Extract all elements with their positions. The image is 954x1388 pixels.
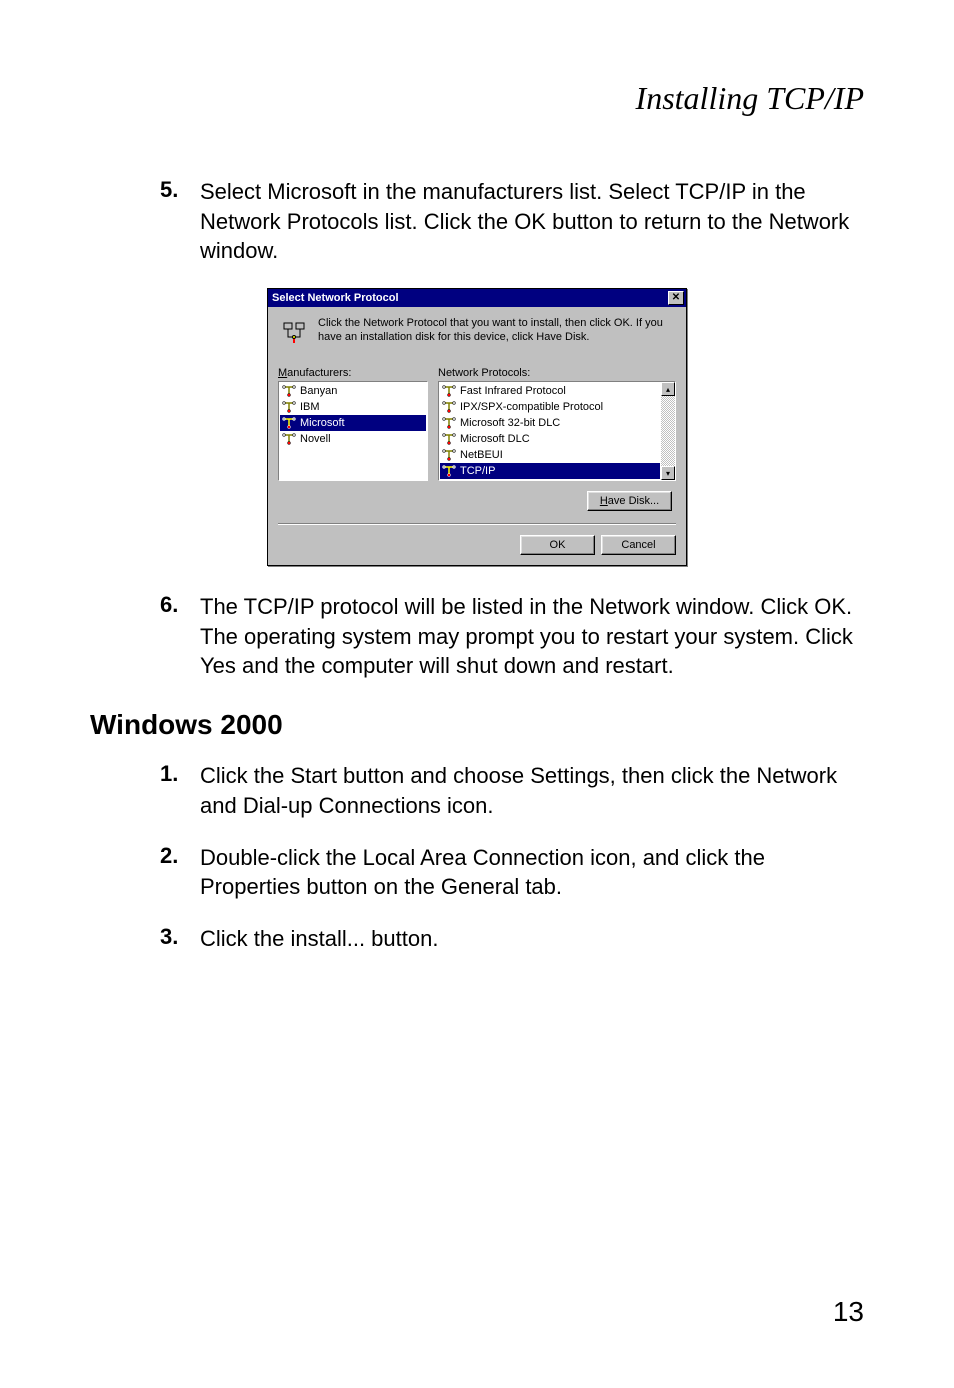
step-number: 2.	[160, 843, 200, 902]
manufacturers-label: Manufacturers:	[278, 367, 428, 379]
protocols-listbox[interactable]: Fast Infrared Protocol IPX/SPX-compatibl…	[438, 381, 676, 481]
select-network-protocol-dialog: Select Network Protocol ✕ Click the Netw…	[267, 288, 687, 566]
cancel-button[interactable]: Cancel	[601, 535, 676, 555]
manufacturers-label-text: anufacturers:	[287, 367, 351, 379]
ok-button[interactable]: OK	[520, 535, 595, 555]
protocol-item-icon	[442, 384, 456, 398]
protocol-item-icon	[282, 400, 296, 414]
protocol-item-icon	[442, 448, 456, 462]
list-item[interactable]: Microsoft DLC	[440, 431, 660, 447]
section-heading-windows-2000: Windows 2000	[90, 709, 864, 741]
step-2: 2. Double-click the Local Area Connectio…	[90, 843, 864, 902]
dialog-buttons-row: OK Cancel	[278, 535, 676, 555]
list-item[interactable]: Fast Infrared Protocol	[440, 383, 660, 399]
dialog-body: Click the Network Protocol that you want…	[268, 307, 686, 565]
page-number: 13	[833, 1296, 864, 1328]
list-item[interactable]: Microsoft 32-bit DLC	[440, 415, 660, 431]
have-disk-text: ave Disk...	[608, 495, 659, 507]
have-disk-button[interactable]: Have Disk...	[587, 491, 672, 511]
step-1: 1. Click the Start button and choose Set…	[90, 761, 864, 820]
list-item-label: NetBEUI	[460, 449, 503, 461]
protocol-item-icon	[282, 416, 296, 430]
list-item-label: IPX/SPX-compatible Protocol	[460, 401, 603, 413]
list-item-label: IBM	[300, 401, 320, 413]
scroll-down-button[interactable]: ▾	[661, 466, 675, 480]
list-item[interactable]: Microsoft	[280, 415, 426, 431]
step-number: 6.	[160, 592, 200, 681]
step-5: 5. Select Microsoft in the manufacturers…	[90, 177, 864, 266]
list-item-label: Fast Infrared Protocol	[460, 385, 566, 397]
list-item[interactable]: Novell	[280, 431, 426, 447]
scroll-up-button[interactable]: ▴	[661, 382, 675, 396]
list-item-label: Banyan	[300, 385, 337, 397]
step-number: 3.	[160, 924, 200, 954]
list-item[interactable]: Banyan	[280, 383, 426, 399]
dialog-screenshot: Select Network Protocol ✕ Click the Netw…	[90, 288, 864, 566]
step-6: 6. The TCP/IP protocol will be listed in…	[90, 592, 864, 681]
step-3: 3. Click the install... button.	[90, 924, 864, 954]
step-text: Click the install... button.	[200, 924, 864, 954]
list-item-label: Novell	[300, 433, 331, 445]
protocol-item-icon	[442, 432, 456, 446]
manufacturers-column: Manufacturers: Banyan IBM	[278, 367, 428, 481]
step-text: Select Microsoft in the manufacturers li…	[200, 177, 864, 266]
step-text: Click the Start button and choose Settin…	[200, 761, 864, 820]
protocols-scrollbar[interactable]: ▴ ▾	[661, 382, 675, 480]
have-disk-accel: H	[600, 495, 608, 507]
protocol-icon	[278, 317, 310, 349]
list-item[interactable]: IPX/SPX-compatible Protocol	[440, 399, 660, 415]
dialog-info-row: Click the Network Protocol that you want…	[278, 317, 676, 349]
page-title: Installing TCP/IP	[90, 80, 864, 117]
have-disk-row: Have Disk...	[278, 491, 676, 511]
close-button[interactable]: ✕	[668, 291, 684, 305]
step-number: 1.	[160, 761, 200, 820]
protocols-column: Network Protocols: Fast Infrared Protoco…	[438, 367, 676, 481]
list-item-label: Microsoft 32-bit DLC	[460, 417, 560, 429]
protocol-item-icon	[282, 432, 296, 446]
step-number: 5.	[160, 177, 200, 266]
list-item[interactable]: TCP/IP	[440, 463, 660, 479]
dialog-title: Select Network Protocol	[272, 292, 668, 304]
list-item-label: Microsoft DLC	[460, 433, 530, 445]
step-text: The TCP/IP protocol will be listed in th…	[200, 592, 864, 681]
protocol-item-icon	[282, 384, 296, 398]
dialog-titlebar: Select Network Protocol ✕	[268, 289, 686, 307]
list-item[interactable]: IBM	[280, 399, 426, 415]
protocols-label: Network Protocols:	[438, 367, 676, 379]
list-item-label: TCP/IP	[460, 465, 495, 477]
list-item-label: Microsoft	[300, 417, 345, 429]
dialog-lists: Manufacturers: Banyan IBM	[278, 367, 676, 481]
protocol-item-icon	[442, 416, 456, 430]
step-text: Double-click the Local Area Connection i…	[200, 843, 864, 902]
manufacturers-accel: M	[278, 367, 287, 379]
dialog-divider	[278, 523, 676, 525]
list-item[interactable]: NetBEUI	[440, 447, 660, 463]
protocol-item-icon	[442, 464, 456, 478]
dialog-info-text: Click the Network Protocol that you want…	[318, 317, 676, 345]
protocol-item-icon	[442, 400, 456, 414]
manufacturers-listbox[interactable]: Banyan IBM Microsoft Novell	[278, 381, 428, 481]
